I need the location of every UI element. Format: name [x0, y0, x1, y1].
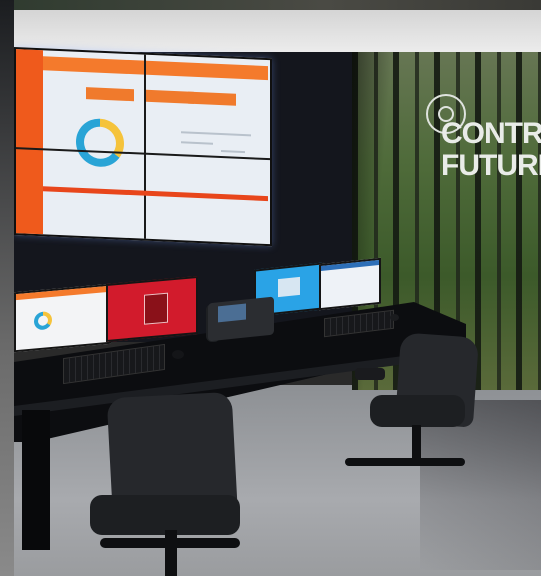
office-chair-left-stem — [165, 530, 177, 576]
mouse-left — [172, 350, 184, 359]
ceiling-edge — [0, 0, 541, 10]
monitor-red-login — [106, 275, 198, 343]
video-wall-footer-bar — [43, 186, 268, 202]
video-wall-bezel — [16, 147, 270, 161]
monitor-dashboard — [14, 283, 111, 353]
mural-text: CONTRO FUTURE — [441, 118, 541, 182]
office-chair-left-seat — [90, 495, 240, 535]
video-wall-text-line — [181, 131, 221, 136]
chair-armrest — [355, 368, 385, 380]
video-wall-display — [14, 47, 272, 247]
phone-screen — [218, 303, 246, 323]
monitor-app-window — [319, 257, 381, 311]
video-wall-bezel — [144, 54, 146, 239]
video-wall-sidebar — [16, 49, 43, 235]
mural-text-line-2: FUTURE — [441, 149, 541, 182]
office-chair-right-seat — [370, 395, 465, 427]
mouse-right — [390, 314, 399, 321]
video-wall-tile-button — [188, 91, 236, 106]
video-wall-text-line — [181, 141, 213, 145]
desk-phone — [208, 296, 274, 342]
donut-chart-icon — [76, 117, 124, 168]
mural-text-line-1: CONTRO — [441, 117, 541, 150]
desktop-window — [278, 276, 300, 298]
control-room-scene: CONTRO FUTURE — [0, 0, 541, 576]
video-wall-text-line — [221, 133, 251, 137]
video-wall-tile-button — [146, 89, 194, 104]
office-chair-left-base — [100, 538, 240, 548]
left-edge-blur — [0, 0, 14, 576]
donut-chart-icon — [34, 310, 52, 331]
office-chair-right-base — [345, 458, 465, 466]
video-wall-text-line — [221, 150, 245, 154]
desk-leg — [22, 410, 50, 550]
login-box — [144, 292, 168, 325]
video-wall-tile-button — [86, 87, 134, 102]
video-wall-banner — [43, 56, 268, 81]
